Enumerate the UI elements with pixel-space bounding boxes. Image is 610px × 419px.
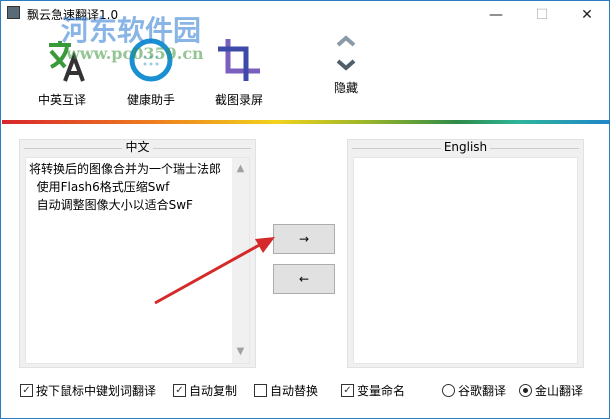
checkbox-label: 自动替换 bbox=[270, 384, 319, 398]
checkbox-checked-icon: ✓ bbox=[173, 384, 186, 397]
checkbox-label: 自动复制 bbox=[189, 384, 238, 398]
watermark-url: www.pc0359.cn bbox=[66, 44, 204, 63]
english-panel-title: English bbox=[348, 140, 583, 155]
middle-click-translate-checkbox[interactable]: ✓ 按下鼠标中键划词翻译 bbox=[20, 382, 156, 399]
checkbox-checked-icon: ✓ bbox=[341, 384, 354, 397]
annotation-arrow bbox=[154, 237, 275, 305]
checkbox-label: 按下鼠标中键划词翻译 bbox=[36, 384, 157, 398]
radio-label: 谷歌翻译 bbox=[458, 384, 507, 398]
app-window: 飘云急速翻译1.0 — ☐ ✕ 中英互译 健康助手 截图录屏 隐藏 河东软件园 … bbox=[0, 0, 610, 419]
screenshot-button[interactable]: 截图录屏 bbox=[204, 35, 274, 108]
maximize-button[interactable]: ☐ bbox=[519, 1, 565, 29]
watermark-logo: 河东软件园 bbox=[61, 14, 202, 47]
hide-button[interactable]: 隐藏 bbox=[311, 33, 381, 96]
radio-label: 金山翻译 bbox=[535, 384, 584, 398]
health-label: 健康助手 bbox=[126, 93, 175, 107]
auto-replace-checkbox[interactable]: 自动替换 bbox=[254, 382, 318, 399]
english-panel: English bbox=[347, 139, 584, 368]
radio-selected-icon bbox=[519, 384, 532, 397]
checkbox-unchecked-icon bbox=[254, 384, 267, 397]
radio-icon bbox=[442, 384, 455, 397]
crop-icon bbox=[218, 39, 260, 81]
scroll-up-icon[interactable]: ▲ bbox=[232, 160, 249, 178]
collapse-icon bbox=[336, 35, 356, 71]
checkbox-checked-icon: ✓ bbox=[20, 384, 33, 397]
english-text-output[interactable] bbox=[353, 157, 578, 364]
translate-to-chinese-button[interactable]: ← bbox=[273, 264, 335, 294]
checkbox-label: 变量命名 bbox=[357, 384, 406, 398]
app-icon bbox=[7, 6, 20, 19]
hide-label: 隐藏 bbox=[333, 81, 358, 95]
close-button[interactable]: ✕ bbox=[564, 1, 610, 29]
translate-to-english-button[interactable]: → bbox=[273, 224, 335, 254]
google-translate-radio[interactable]: 谷歌翻译 bbox=[442, 382, 506, 399]
kingsoft-translate-radio[interactable]: 金山翻译 bbox=[519, 382, 583, 399]
screenshot-label: 截图录屏 bbox=[214, 93, 263, 107]
variable-naming-checkbox[interactable]: ✓ 变量命名 bbox=[341, 382, 405, 399]
minimize-button[interactable]: — bbox=[473, 1, 519, 29]
scroll-down-icon[interactable]: ▼ bbox=[232, 343, 249, 361]
auto-copy-checkbox[interactable]: ✓ 自动复制 bbox=[173, 382, 237, 399]
chinese-panel-title: 中文 bbox=[20, 140, 255, 155]
gradient-divider bbox=[2, 120, 609, 124]
translate-label: 中英互译 bbox=[37, 93, 86, 107]
